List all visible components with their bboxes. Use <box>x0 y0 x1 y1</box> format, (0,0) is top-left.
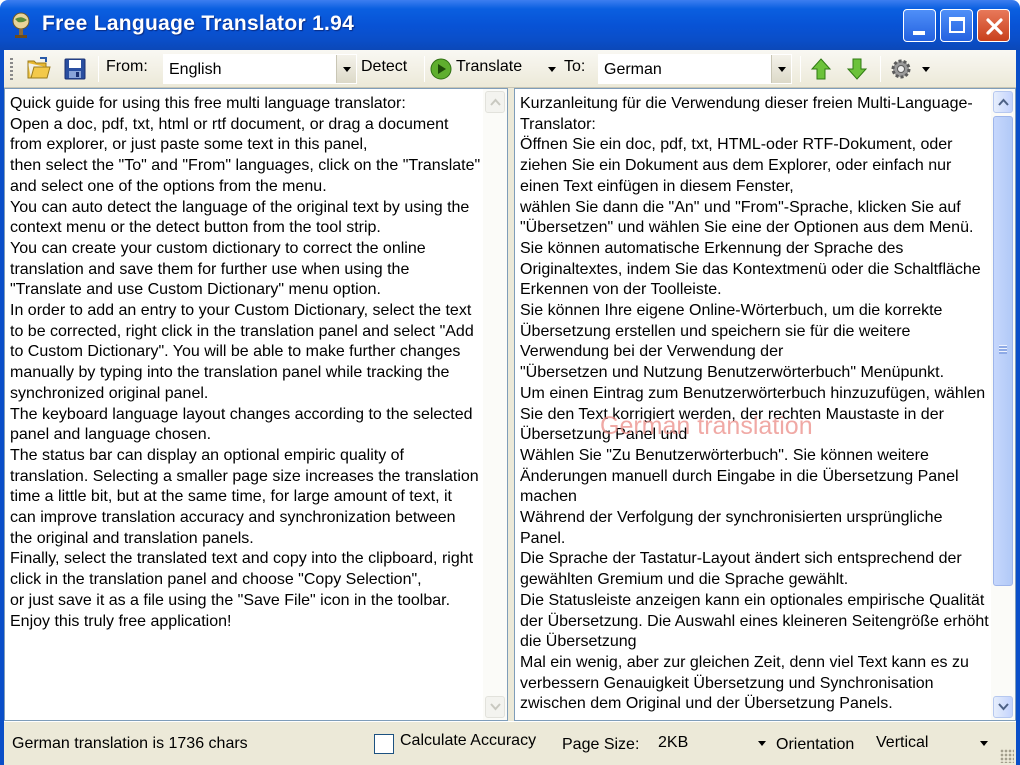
from-language-value: English <box>169 61 222 78</box>
orientation-select[interactable]: Vertical <box>872 729 992 757</box>
chevron-up-icon <box>490 98 501 106</box>
resize-grip[interactable] <box>1000 749 1014 763</box>
minimize-icon <box>913 31 925 35</box>
detect-button[interactable]: Detect <box>361 58 407 76</box>
gear-icon[interactable] <box>888 56 914 82</box>
calculate-accuracy-label[interactable]: Calculate Accuracy <box>400 732 536 750</box>
window-frame-right <box>1016 50 1020 765</box>
save-floppy-icon[interactable] <box>62 56 88 82</box>
scroll-up-button[interactable] <box>485 91 505 113</box>
open-folder-icon[interactable] <box>26 56 52 82</box>
minimize-button[interactable] <box>903 9 936 42</box>
toolbar-separator <box>98 56 99 82</box>
toolbar-separator <box>424 56 425 82</box>
translation-watermark: German translation <box>600 412 813 440</box>
orientation-value: Vertical <box>876 734 929 751</box>
status-bar: German translation is 1736 chars Calcula… <box>4 721 1016 765</box>
toolbar-separator <box>800 56 801 82</box>
app-globe-icon <box>12 12 30 38</box>
translate-dropdown-icon[interactable] <box>548 67 556 72</box>
close-icon <box>986 18 1003 35</box>
toolbar-grip[interactable] <box>10 58 13 80</box>
translate-play-icon[interactable] <box>430 58 452 80</box>
page-size-value: 2KB <box>658 734 689 751</box>
to-language-value: German <box>604 61 662 78</box>
toolbar: From: English Detect Translate To: Germa… <box>4 50 1016 88</box>
title-bar[interactable]: Free Language Translator 1.94 <box>0 0 1020 50</box>
chevron-down-icon[interactable] <box>771 55 791 83</box>
close-button[interactable] <box>977 9 1010 42</box>
maximize-button[interactable] <box>940 9 973 42</box>
translation-text-panel[interactable]: Kurzanleitung für die Verwendung dieser … <box>514 88 1016 721</box>
to-label: To: <box>564 58 586 75</box>
char-count-status: German translation is 1736 chars <box>12 735 248 752</box>
chevron-down-icon <box>490 703 501 711</box>
scroll-thumb[interactable] <box>993 116 1013 586</box>
window-title: Free Language Translator 1.94 <box>42 12 355 35</box>
page-size-select[interactable]: 2KB <box>654 729 770 757</box>
source-text[interactable]: Quick guide for using this free multi la… <box>10 94 481 720</box>
scroll-thumb-grip <box>999 345 1007 354</box>
chevron-down-icon[interactable] <box>758 741 766 746</box>
calculate-accuracy-checkbox[interactable] <box>374 734 394 754</box>
scroll-down-button[interactable] <box>993 696 1013 718</box>
chevron-down-icon[interactable] <box>980 741 988 746</box>
scroll-up-button[interactable] <box>993 91 1013 113</box>
scroll-down-button[interactable] <box>485 696 505 718</box>
source-text-panel[interactable]: Quick guide for using this free multi la… <box>4 88 508 721</box>
settings-dropdown-icon[interactable] <box>922 67 930 72</box>
translate-button[interactable]: Translate <box>456 58 522 76</box>
orientation-label: Orientation <box>776 736 855 753</box>
from-language-select[interactable]: English <box>163 54 357 84</box>
chevron-up-icon <box>998 98 1009 106</box>
chevron-down-icon <box>998 703 1009 711</box>
maximize-icon <box>949 17 965 33</box>
toolbar-separator <box>880 56 881 82</box>
chevron-down-icon[interactable] <box>336 55 356 83</box>
source-scrollbar[interactable] <box>483 89 507 720</box>
from-label: From: <box>106 58 148 75</box>
arrow-down-icon[interactable] <box>844 56 870 82</box>
page-size-label: Page Size: <box>562 736 640 753</box>
arrow-up-icon[interactable] <box>808 56 834 82</box>
translation-text[interactable]: Kurzanleitung für die Verwendung dieser … <box>520 94 989 720</box>
translation-scrollbar[interactable] <box>991 89 1015 720</box>
to-language-select[interactable]: German <box>598 54 792 84</box>
